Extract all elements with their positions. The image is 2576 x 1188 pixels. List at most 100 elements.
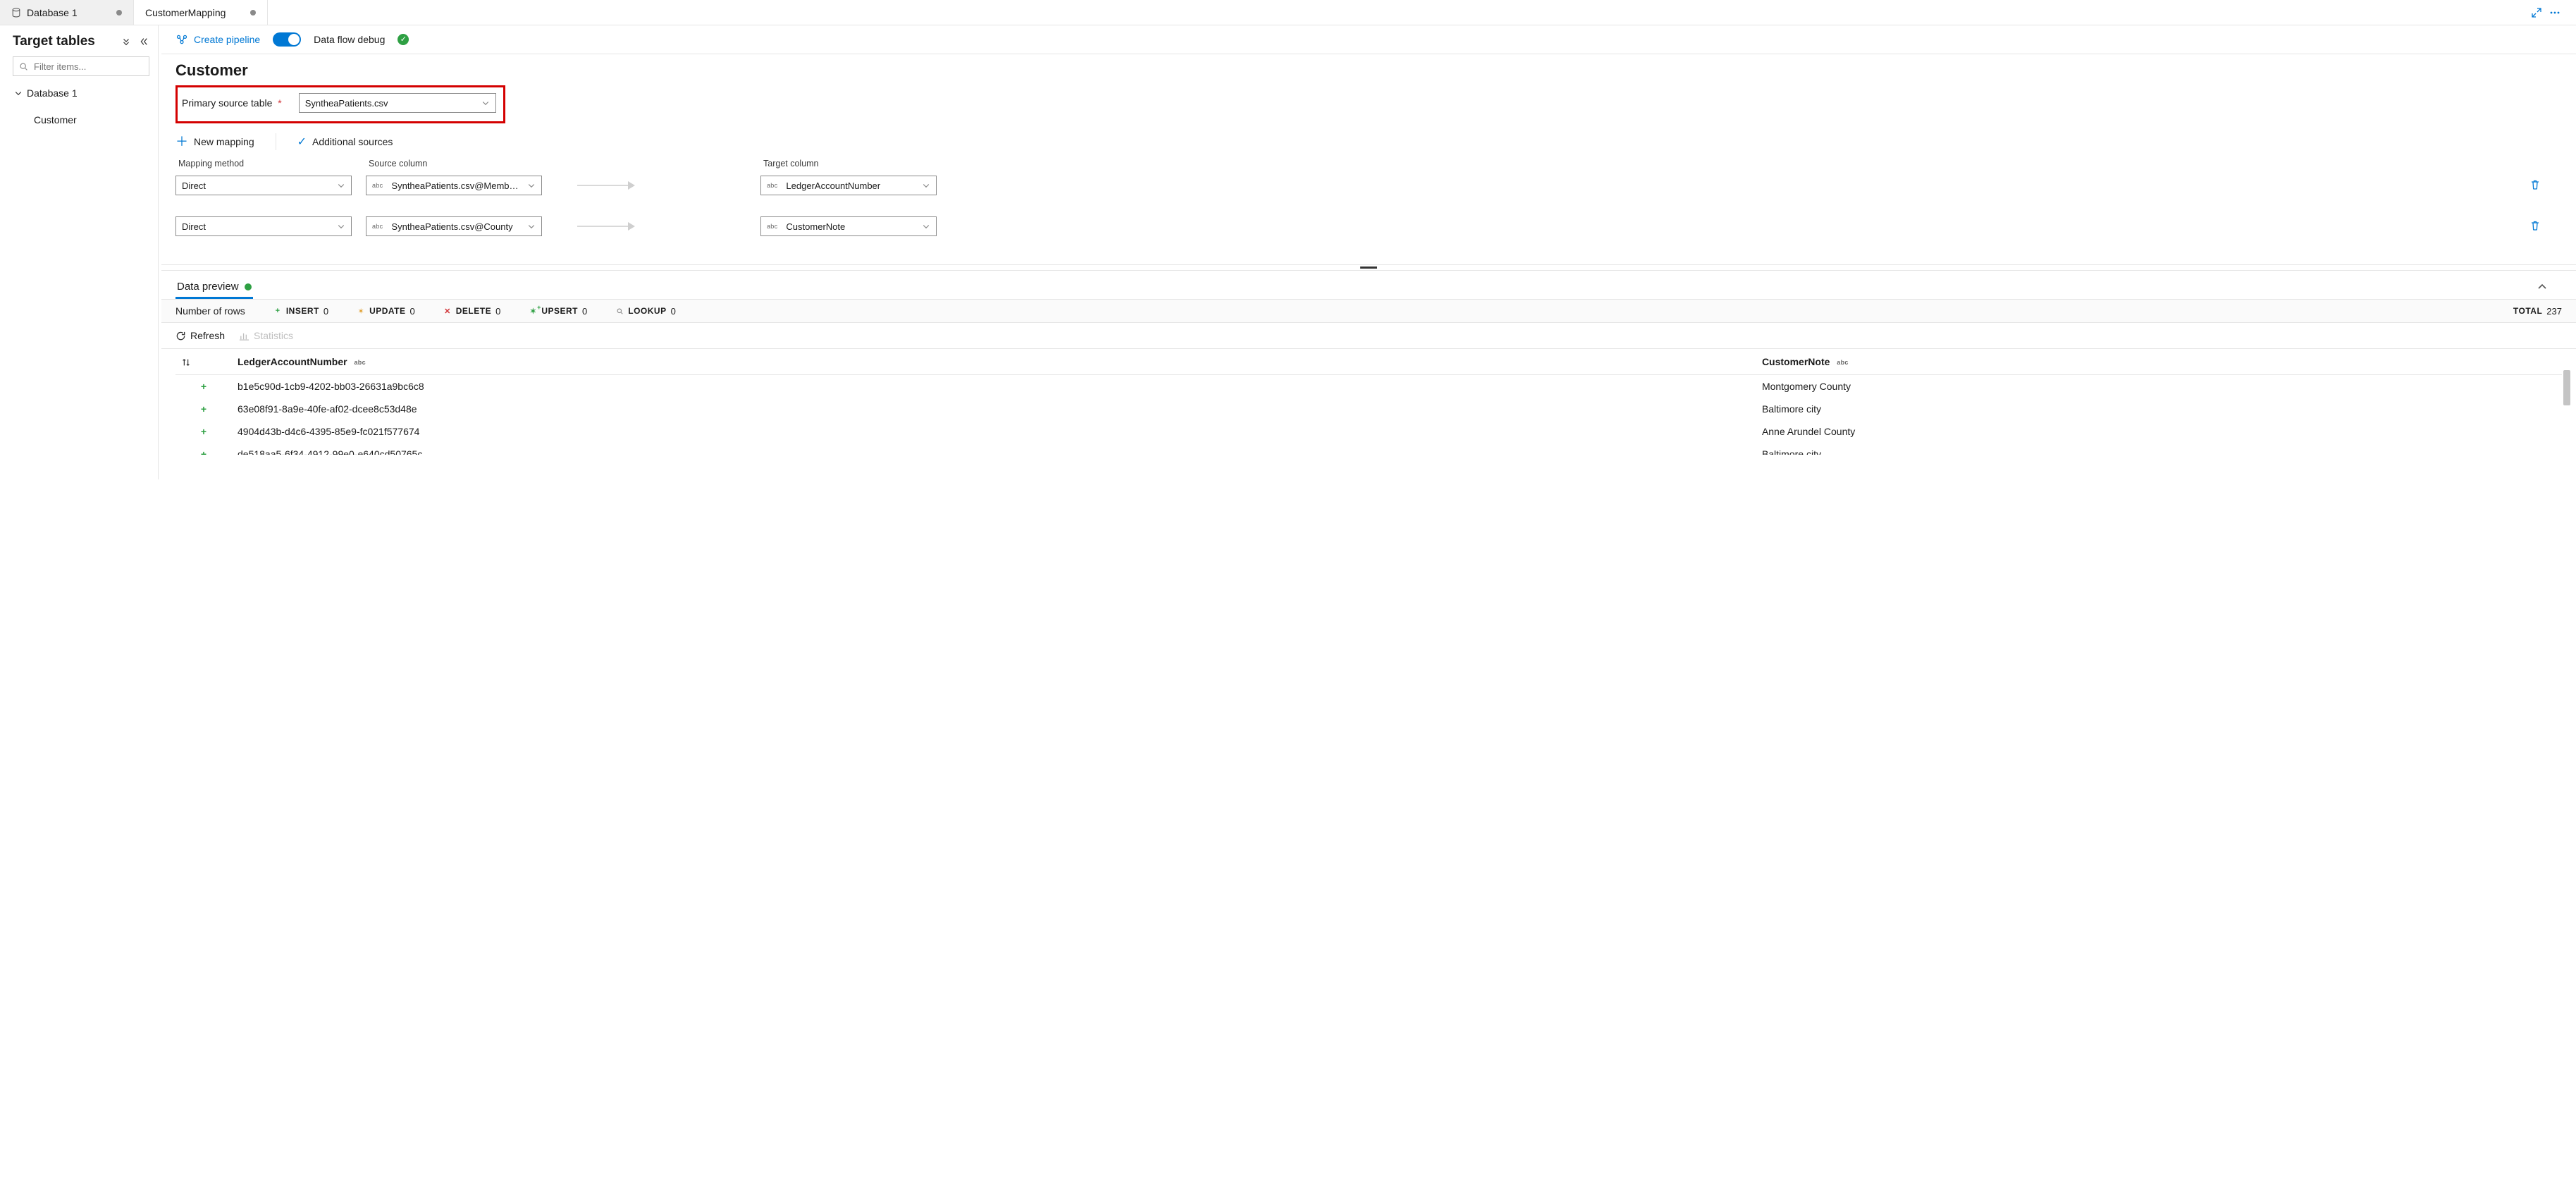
chevron-down-icon — [14, 89, 23, 97]
stat-delete: ✕ DELETE 0 — [443, 306, 501, 317]
source-column-value: SyntheaPatients.csv@County — [391, 221, 522, 232]
dataflow-debug-label: Data flow debug — [314, 34, 385, 45]
refresh-label: Refresh — [190, 330, 225, 341]
insert-icon: + — [273, 307, 282, 315]
cell-note: Montgomery County — [1756, 375, 2562, 398]
more-icon[interactable] — [2549, 7, 2560, 18]
database-icon — [11, 8, 21, 18]
col-header-target: Target column — [763, 159, 947, 169]
tab-data-preview[interactable]: Data preview — [175, 276, 253, 299]
mapping-method-select[interactable]: Direct — [175, 176, 352, 195]
mapping-actions: ＋ New mapping ✓ Additional sources — [161, 123, 2576, 157]
tree-item-customer[interactable]: Customer — [13, 110, 149, 130]
tree-root-label: Database 1 — [27, 87, 78, 99]
entity-title: Customer — [175, 61, 2562, 80]
insert-row-icon: + — [201, 403, 207, 415]
refresh-button[interactable]: Refresh — [175, 330, 225, 341]
statistics-icon — [239, 331, 249, 341]
editor-toolbar: Create pipeline Data flow debug — [161, 25, 2576, 54]
status-ok-icon — [245, 283, 252, 290]
map-arrow-icon — [577, 226, 634, 227]
expand-icon[interactable] — [2531, 7, 2542, 18]
scrollbar-thumb[interactable] — [2563, 370, 2570, 405]
check-icon: ✓ — [297, 135, 307, 149]
chevron-down-icon — [337, 222, 345, 231]
debug-status-ok-icon — [398, 34, 409, 45]
cell-ledger: 63e08f91-8a9e-40fe-af02-dcee8c53d48e — [232, 398, 1756, 420]
mapping-row: Direct abc SyntheaPatients.csv@Member id — [175, 176, 2562, 195]
stat-update: ✶ UPDATE 0 — [357, 306, 415, 317]
table-row: + de518aa5-6f34-4912-99e0-e640cd50765c B… — [175, 443, 2562, 455]
chevron-down-icon — [481, 99, 490, 107]
new-mapping-button[interactable]: ＋ New mapping — [175, 135, 254, 148]
delete-mapping-button[interactable] — [2529, 179, 2541, 192]
panel-title: Target tables — [13, 34, 116, 49]
target-column-value: CustomerNote — [786, 221, 916, 232]
stat-lookup: LOOKUP 0 — [615, 306, 676, 317]
scrollbar[interactable] — [2563, 370, 2573, 448]
collapse-panel-icon[interactable] — [137, 35, 149, 48]
trash-icon — [2529, 179, 2541, 190]
insert-row-icon: + — [201, 448, 207, 455]
target-column-value: LedgerAccountNumber — [786, 180, 916, 191]
refresh-icon — [175, 331, 186, 341]
new-mapping-label: New mapping — [194, 136, 254, 147]
statistics-button: Statistics — [239, 330, 293, 341]
table-row: + b1e5c90d-1cb9-4202-bb03-26631a9bc6c8 M… — [175, 375, 2562, 398]
create-pipeline-label: Create pipeline — [194, 34, 260, 45]
filter-input-wrapper[interactable] — [13, 56, 149, 76]
col-header-source: Source column — [369, 159, 573, 169]
trash-icon — [2529, 220, 2541, 231]
upsert-icon: ✶+ — [529, 307, 537, 315]
target-column-select[interactable]: abc LedgerAccountNumber — [760, 176, 937, 195]
col-header-ledger[interactable]: LedgerAccountNumber abc — [232, 349, 1756, 375]
tree-item-label: Customer — [34, 114, 77, 125]
primary-source-value: SyntheaPatients.csv — [305, 98, 476, 109]
tab-bar: Database 1 CustomerMapping — [0, 0, 2576, 25]
search-icon — [19, 62, 28, 71]
tab-label: Database 1 — [27, 7, 78, 18]
mapping-method-value: Direct — [182, 180, 331, 191]
filter-input[interactable] — [32, 61, 159, 73]
type-string-icon: abc — [767, 182, 780, 189]
data-preview-label: Data preview — [177, 281, 239, 293]
mapping-grid: Mapping method Source column Target colu… — [161, 157, 2576, 264]
cell-ledger: 4904d43b-d4c6-4395-85e9-fc021f577674 — [232, 420, 1756, 443]
additional-sources-button[interactable]: ✓ Additional sources — [297, 135, 393, 149]
source-column-select[interactable]: abc SyntheaPatients.csv@Member id — [366, 176, 542, 195]
preview-table: LedgerAccountNumber abc CustomerNote abc — [175, 349, 2562, 455]
tab-customer-mapping[interactable]: CustomerMapping — [134, 0, 268, 25]
collapse-preview-button[interactable] — [2537, 281, 2548, 295]
update-icon: ✶ — [357, 307, 365, 315]
table-row: + 63e08f91-8a9e-40fe-af02-dcee8c53d48e B… — [175, 398, 2562, 420]
create-pipeline-button[interactable]: Create pipeline — [175, 33, 260, 46]
map-arrow-icon — [577, 185, 634, 186]
tree-root-database[interactable]: Database 1 — [13, 83, 149, 103]
col-header-method: Mapping method — [178, 159, 369, 169]
cell-note: Baltimore city — [1756, 398, 2562, 420]
sort-icon — [181, 357, 191, 367]
delete-mapping-button[interactable] — [2529, 220, 2541, 233]
dataflow-debug-toggle[interactable] — [273, 32, 301, 47]
target-column-select[interactable]: abc CustomerNote — [760, 216, 937, 236]
mapping-method-select[interactable]: Direct — [175, 216, 352, 236]
cell-note: Anne Arundel County — [1756, 420, 2562, 443]
target-tables-panel: Target tables Database 1 Customer — [0, 25, 159, 479]
insert-row-icon: + — [201, 426, 207, 437]
tab-database-1[interactable]: Database 1 — [0, 0, 134, 25]
required-asterisk: * — [278, 97, 281, 109]
chevron-down-icon — [922, 181, 930, 190]
chevron-down-icon — [922, 222, 930, 231]
cell-note: Baltimore city — [1756, 443, 2562, 455]
panel-menu-icon[interactable] — [120, 35, 133, 48]
type-string-icon: abc — [354, 359, 368, 366]
cell-ledger: de518aa5-6f34-4912-99e0-e640cd50765c — [232, 443, 1756, 455]
primary-source-select[interactable]: SyntheaPatients.csv — [299, 93, 496, 113]
source-column-select[interactable]: abc SyntheaPatients.csv@County — [366, 216, 542, 236]
pipeline-icon — [175, 33, 188, 46]
source-column-value: SyntheaPatients.csv@Member id — [391, 180, 522, 191]
pane-resizer[interactable] — [161, 264, 2576, 270]
sort-column-header[interactable] — [175, 349, 232, 375]
col-header-note[interactable]: CustomerNote abc — [1756, 349, 2562, 375]
type-string-icon: abc — [372, 182, 386, 189]
